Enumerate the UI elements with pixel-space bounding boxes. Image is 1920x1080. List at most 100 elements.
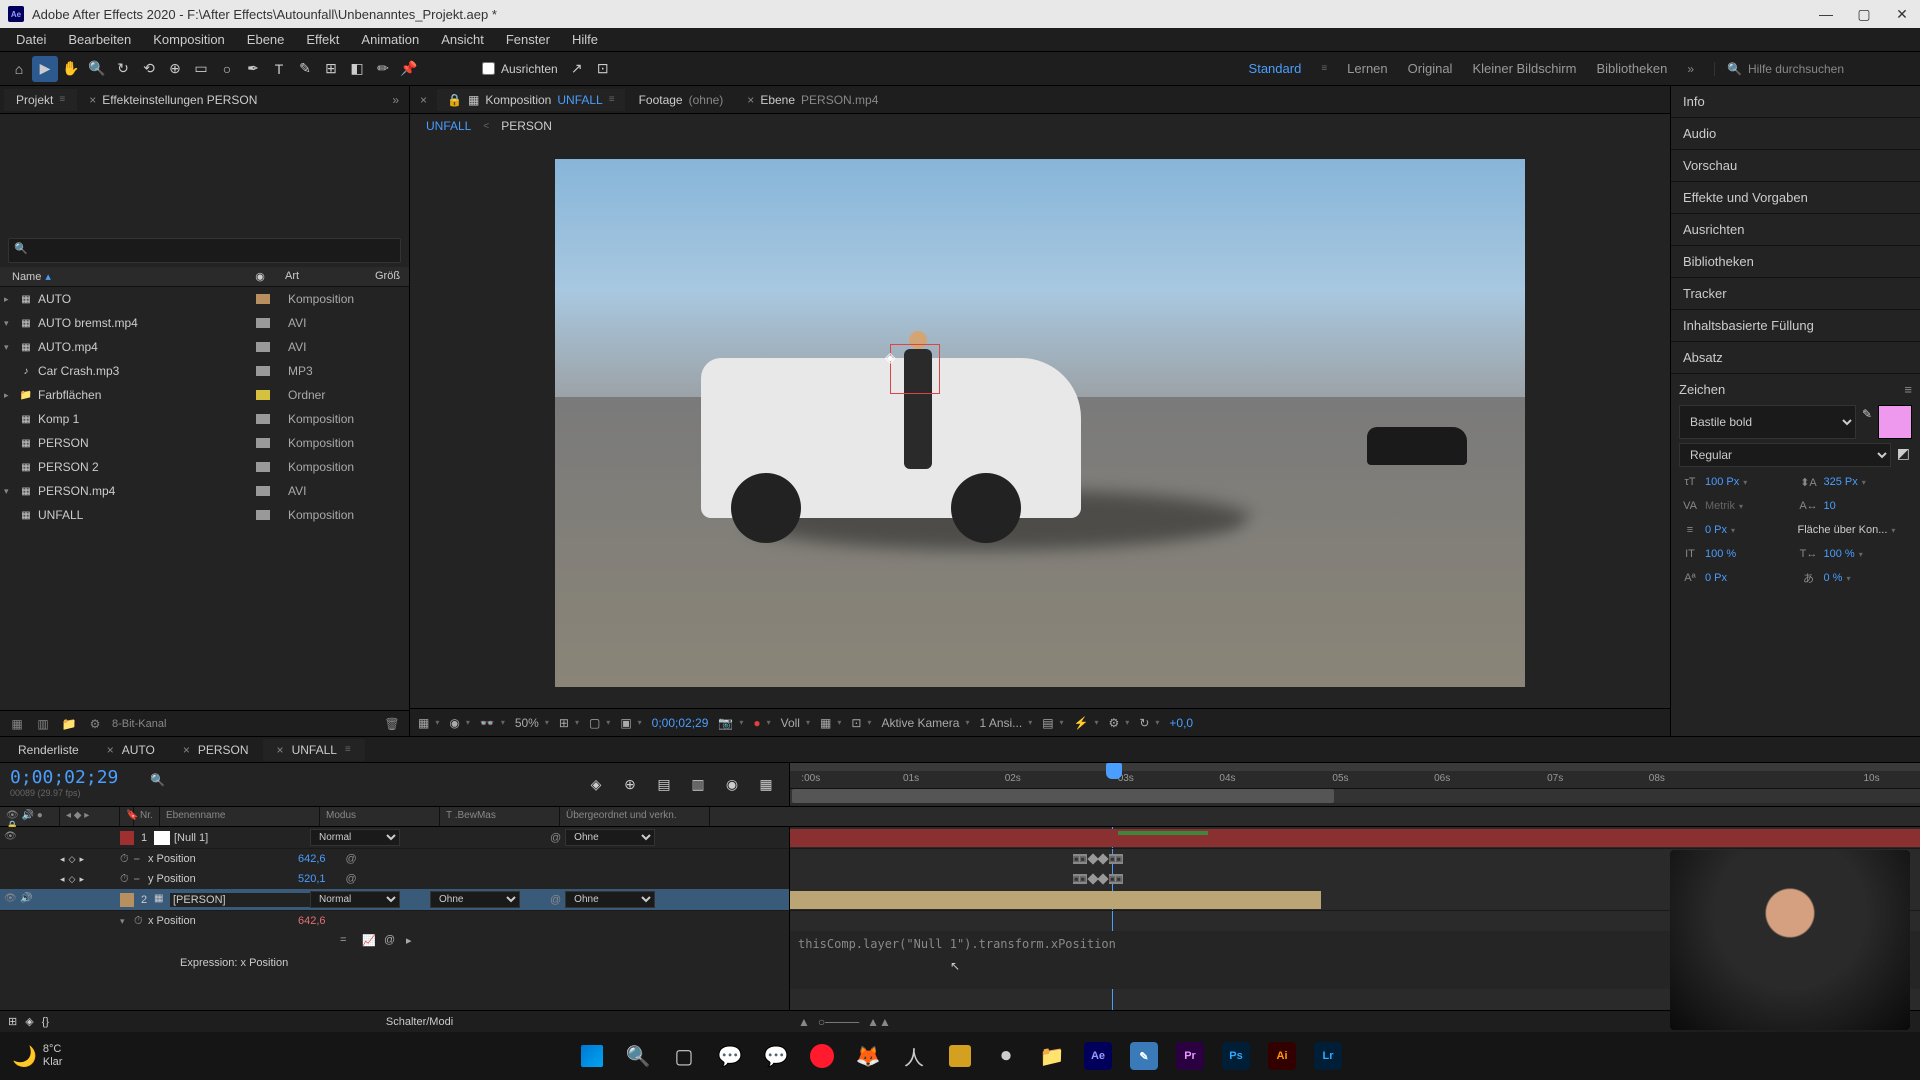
close-icon[interactable] (107, 743, 114, 757)
panel-tracker[interactable]: Tracker (1671, 278, 1920, 310)
eraser-tool-icon[interactable]: ◧ (344, 56, 370, 82)
graph-editor-icon[interactable]: ▦ (753, 772, 779, 798)
tracking-anchor-icon[interactable]: ◈ (885, 349, 895, 359)
resolution-icon[interactable]: ⊞ (559, 716, 579, 730)
resolution-select[interactable]: Voll (781, 716, 810, 730)
prev-key-icon[interactable]: ◂ (60, 854, 65, 865)
comp-flowchart-icon[interactable]: ◈ (583, 772, 609, 798)
stopwatch-icon[interactable]: ⏱ (134, 915, 148, 928)
item-color-swatch[interactable] (256, 318, 270, 328)
color-depth-label[interactable]: 8-Bit-Kanal (112, 718, 166, 730)
ellipse-tool-icon[interactable]: ○ (214, 56, 240, 82)
font-family-select[interactable]: Bastile bold (1679, 405, 1856, 439)
tab-renderliste[interactable]: Renderliste (4, 739, 93, 761)
menu-bearbeiten[interactable]: Bearbeiten (58, 29, 141, 50)
expand-icon[interactable]: ▾ (4, 486, 18, 497)
transparency-icon[interactable]: ▣ (620, 716, 641, 730)
link-icon[interactable]: ⎯ (134, 853, 148, 866)
layer-row-person[interactable]: 👁🔊 2 ▦ [PERSON] Normal Ohne @Ohne (0, 889, 789, 911)
expression-graph-icon[interactable]: 📈 (362, 934, 378, 950)
close-icon[interactable] (747, 93, 754, 107)
tab-composition[interactable]: 🔒 ▦ Komposition UNFALL ≡ (437, 89, 625, 111)
panel-effekte[interactable]: Effekte und Vorgaben (1671, 182, 1920, 214)
illustrator-icon[interactable]: Ai (1262, 1036, 1302, 1076)
panel-audio[interactable]: Audio (1671, 118, 1920, 150)
project-search-input[interactable] (8, 238, 401, 263)
item-color-swatch[interactable] (256, 294, 270, 304)
menu-komposition[interactable]: Komposition (143, 29, 235, 50)
kerning-value[interactable]: Metrik (1705, 500, 1735, 512)
close-icon[interactable] (183, 743, 190, 757)
close-icon[interactable] (420, 93, 427, 107)
teams-icon[interactable]: 💬 (710, 1036, 750, 1076)
audio-icon[interactable]: 🔊 (20, 893, 34, 907)
roto-tool-icon[interactable]: ✏ (370, 56, 396, 82)
pickwhip-icon[interactable]: @ (346, 853, 360, 865)
item-color-swatch[interactable] (256, 486, 270, 496)
rect-tool-icon[interactable]: ▭ (188, 56, 214, 82)
grid-icon[interactable]: ⊡ (851, 716, 871, 730)
project-item[interactable]: ▸▦AUTOKomposition (0, 287, 409, 311)
panel-fuellung[interactable]: Inhaltsbasierte Füllung (1671, 310, 1920, 342)
premiere-icon[interactable]: Pr (1170, 1036, 1210, 1076)
project-item[interactable]: ▾▦PERSON.mp4AVI (0, 479, 409, 503)
app-icon[interactable]: 人 (894, 1036, 934, 1076)
fill-over-label[interactable]: Fläche über Kon... (1798, 524, 1888, 536)
timecode-display[interactable]: 0;00;02;29 (652, 716, 709, 730)
maximize-button[interactable]: ▢ (1854, 4, 1874, 24)
layer-bar-null[interactable] (790, 829, 1920, 847)
workspace-kleiner[interactable]: Kleiner Bildschirm (1472, 61, 1576, 76)
project-column-headers[interactable]: Name▴ ◉ Art Größ (0, 267, 409, 287)
stroke-swap-icon[interactable]: ◩ (1895, 443, 1912, 467)
timeline-ruler[interactable]: :00s 01s 02s 03s 04s 05s 06s 07s 08s 10s (790, 763, 1920, 789)
alpha-toggle-icon[interactable]: ▦ (418, 716, 439, 730)
zeichen-title[interactable]: Zeichen (1679, 382, 1725, 397)
layer-color-tag[interactable] (120, 893, 134, 907)
tab-projekt[interactable]: Projekt ≡ (4, 89, 77, 111)
taskbar-weather[interactable]: 🌙 8°C Klar (12, 1043, 62, 1069)
blend-mode-select[interactable]: Normal (310, 829, 400, 846)
fast-preview-icon[interactable]: ⚡ (1074, 716, 1099, 730)
item-color-swatch[interactable] (256, 414, 270, 424)
panel-info[interactable]: Info (1671, 86, 1920, 118)
roi-icon[interactable]: ▢ (589, 716, 610, 730)
expand-icon[interactable]: ▾ (4, 318, 18, 329)
frame-blend-icon[interactable]: ▥ (685, 772, 711, 798)
crumb-person[interactable]: PERSON (501, 119, 552, 133)
whatsapp-icon[interactable]: 💬 (756, 1036, 796, 1076)
close-icon[interactable] (277, 743, 284, 757)
blend-mode-select[interactable]: Normal (310, 891, 400, 908)
stopwatch-icon[interactable]: ⏱ (120, 853, 134, 866)
tracking-marker[interactable] (890, 344, 940, 394)
next-key-icon[interactable]: ▸ (79, 874, 84, 885)
hide-shy-icon[interactable]: ▤ (651, 772, 677, 798)
workspace-original[interactable]: Original (1408, 61, 1453, 76)
composition-viewer[interactable]: ◈ (410, 138, 1670, 708)
pen-tool-icon[interactable]: ✒ (240, 56, 266, 82)
minimize-button[interactable]: — (1816, 4, 1836, 24)
keyframe-icon[interactable] (1097, 853, 1108, 864)
expression-code[interactable]: thisComp.layer("Null 1").transform.xPosi… (798, 937, 1116, 951)
trash-icon[interactable]: 🗑 (383, 715, 401, 733)
fill-color-swatch[interactable] (1878, 405, 1912, 439)
crumb-unfall[interactable]: UNFALL (426, 119, 471, 133)
leading-value[interactable]: 325 Px (1824, 476, 1858, 488)
prev-key-icon[interactable]: ◂ (60, 874, 65, 885)
item-color-swatch[interactable] (256, 462, 270, 472)
guides-icon[interactable]: ▦ (820, 716, 841, 730)
link-icon[interactable]: ⎯ (134, 873, 148, 886)
expression-language-icon[interactable]: ▸ (406, 934, 422, 950)
expand-icon[interactable]: ▾ (4, 342, 18, 353)
add-key-icon[interactable]: ◇ (69, 874, 76, 885)
snap-options-icon[interactable]: ↗ (564, 56, 590, 82)
playhead-icon[interactable] (1106, 763, 1122, 779)
work-area-bar[interactable] (790, 789, 1920, 803)
project-item[interactable]: ▦PERSON 2Komposition (0, 455, 409, 479)
toggle-switches-icon[interactable]: ⊞ (8, 1015, 17, 1028)
item-color-swatch[interactable] (256, 342, 270, 352)
tab-auto[interactable]: AUTO (93, 739, 169, 761)
snapshot-icon[interactable]: 📷 (718, 716, 743, 730)
workspace-overflow-icon[interactable]: » (1687, 62, 1694, 76)
panel-vorschau[interactable]: Vorschau (1671, 150, 1920, 182)
new-folder-icon[interactable]: 📁 (60, 715, 78, 733)
